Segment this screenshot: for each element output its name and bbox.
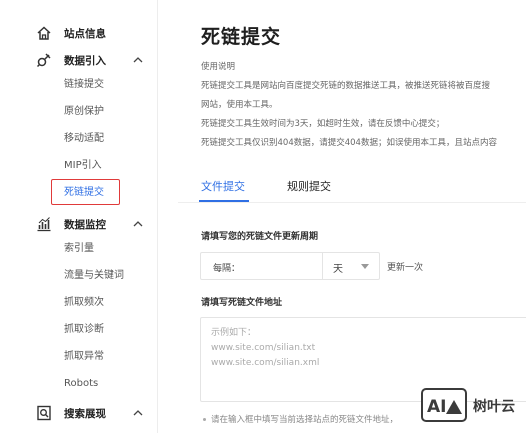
- bar-chart-icon: [37, 217, 51, 232]
- select-divider: [322, 253, 323, 279]
- sidebar-item-crawl-diagnosis[interactable]: 抓取诊断: [64, 323, 104, 337]
- home-icon: [37, 26, 51, 40]
- main-content: 死链提交 使用说明 死链提交工具是网站向百度提交死链的数据推送工具，被推送死链将…: [158, 0, 526, 433]
- period-label: 请填写您的死链文件更新周期: [201, 232, 319, 242]
- page-title: 死链提交: [201, 26, 282, 48]
- tabs-divider: [178, 202, 526, 203]
- usage-line: 死链提交工具仅识别404数据，请提交404数据；如误使用本工具，且站点内容: [201, 138, 497, 148]
- placeholder-line: www.site.com/silian.xml: [211, 358, 320, 368]
- sidebar-item-mip-import[interactable]: MIP引入: [64, 159, 102, 173]
- chevron-up-icon: [133, 221, 143, 227]
- sidebar-item-link-submit[interactable]: 链接提交: [64, 78, 104, 92]
- sidebar-group-label: 站点信息: [64, 27, 106, 40]
- usage-line: 网站，使用本工具。: [201, 100, 278, 110]
- usage-title: 使用说明: [201, 62, 236, 72]
- hint-text: 请在输入框中填写当前选择站点的死链文件地址，: [211, 415, 399, 425]
- tab-file-submit[interactable]: 文件提交: [201, 178, 245, 194]
- usage-line: 死链提交工具生效时间为3天，如超时生效，请在反馈中心提交；: [201, 119, 445, 129]
- chevron-up-icon: [133, 57, 143, 63]
- search-doc-icon: [37, 405, 51, 421]
- sidebar-group-label: 搜索展现: [64, 407, 106, 420]
- watermark: AI 树叶云: [421, 388, 526, 428]
- period-select-text: 每隔：: [213, 264, 241, 274]
- period-unit: 天: [333, 264, 343, 275]
- tab-rule-submit[interactable]: 规则提交: [287, 178, 331, 194]
- watermark-text: 树叶云: [473, 399, 515, 415]
- sidebar-item-crawl-frequency[interactable]: 抓取频次: [64, 296, 104, 310]
- plug-icon: [36, 53, 51, 68]
- sidebar-item-index-volume[interactable]: 索引量: [64, 242, 94, 256]
- sidebar-item-mobile-adapt[interactable]: 移动适配: [64, 132, 104, 146]
- sidebar-item-original-protect[interactable]: 原创保护: [64, 105, 104, 119]
- sidebar-group-site-info[interactable]: 站点信息: [0, 22, 158, 44]
- placeholder-line: 示例如下：: [211, 328, 257, 338]
- sidebar-item-traffic-keywords[interactable]: 流量与关键词: [64, 269, 124, 283]
- sidebar-group-label: 数据引入: [64, 54, 106, 67]
- watermark-logo-text: AI: [427, 397, 446, 417]
- period-suffix: 更新一次: [387, 263, 424, 273]
- sidebar-group-data-import[interactable]: 数据引入: [0, 49, 158, 71]
- sidebar-group-search-display[interactable]: 搜索展现: [0, 402, 158, 424]
- address-label: 请填写死链文件地址: [201, 298, 283, 308]
- usage-line: 死链提交工具是网站向百度提交死链的数据推送工具，被推送死链将被百度搜: [201, 81, 491, 91]
- chevron-up-icon: [133, 410, 143, 416]
- sidebar-group-data-monitor[interactable]: 数据监控: [0, 213, 158, 235]
- placeholder-line: www.site.com/silian.txt: [211, 343, 316, 353]
- sidebar-item-crawl-errors[interactable]: 抓取异常: [64, 350, 104, 364]
- update-period-select[interactable]: 每隔： 天: [200, 252, 380, 280]
- address-hint: 请在输入框中填写当前选择站点的死链文件地址，: [203, 413, 398, 425]
- caret-down-icon: [361, 264, 369, 269]
- bullet-icon: [203, 418, 206, 421]
- active-item-highlight: [51, 179, 120, 205]
- sidebar: 站点信息 数据引入 链接提交 原创保护 移动适配 MIP引入 死链提交 数据监控…: [0, 0, 158, 433]
- watermark-logo: AI: [421, 388, 467, 422]
- sidebar-item-robots[interactable]: Robots: [64, 377, 98, 391]
- sidebar-group-label: 数据监控: [64, 218, 106, 231]
